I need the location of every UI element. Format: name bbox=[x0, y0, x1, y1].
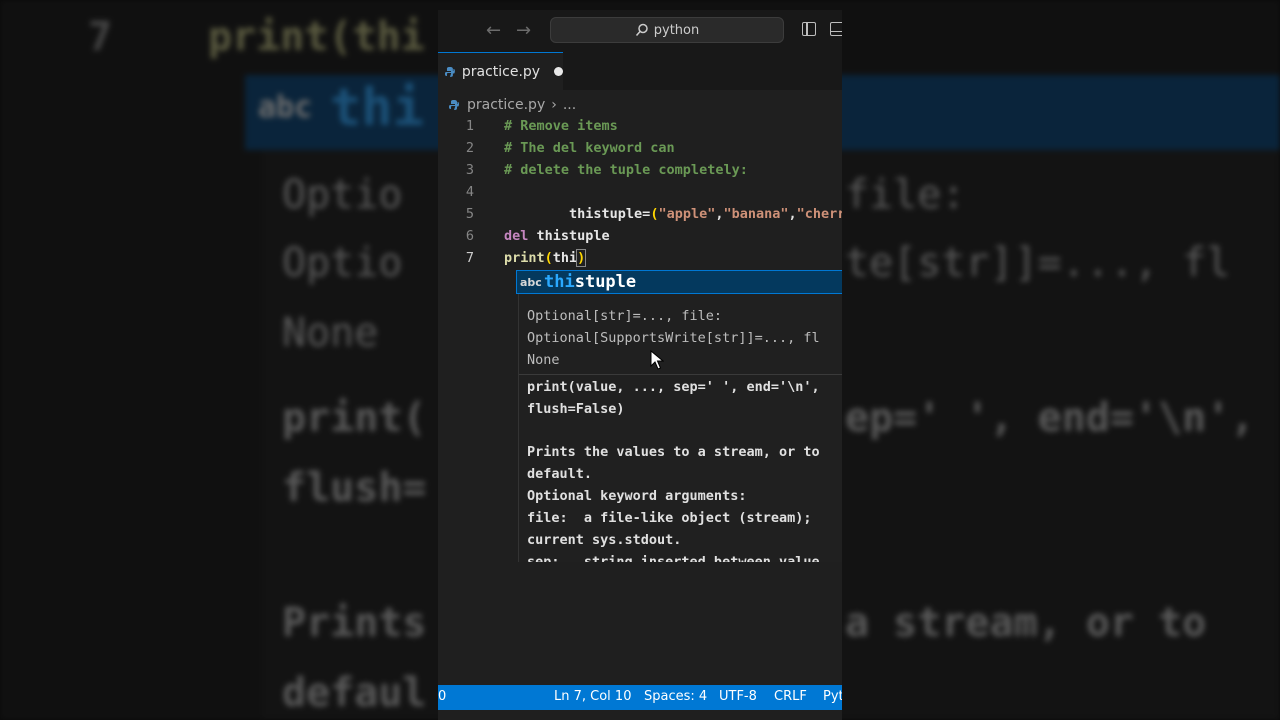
toggle-panel-icon[interactable] bbox=[830, 22, 842, 36]
code-content: del thistuple bbox=[504, 228, 610, 244]
identifier: thistuple= bbox=[569, 206, 651, 222]
suggestion-match: thi bbox=[544, 272, 575, 292]
line-number: 6 bbox=[465, 228, 474, 244]
chevron-right-icon: › bbox=[551, 97, 557, 113]
status-encoding[interactable]: UTF-8 bbox=[719, 689, 757, 704]
comma: , bbox=[715, 206, 724, 222]
bg-doc-line: None bbox=[282, 310, 379, 356]
doc-signature: None bbox=[527, 352, 560, 368]
code-line-active: 7 print(thi) bbox=[438, 247, 842, 269]
code-line: 2 # The del keyword can bbox=[438, 137, 842, 159]
doc-text: default. bbox=[527, 466, 593, 482]
doc-text: flush=False) bbox=[527, 401, 625, 417]
comment: # The del keyword can bbox=[504, 140, 675, 156]
bg-doc-line: print( bbox=[282, 395, 427, 441]
line-number: 1 bbox=[465, 118, 474, 134]
search-icon bbox=[635, 23, 648, 36]
bg-line-number: 7 bbox=[88, 14, 113, 60]
bg-right-line: file: bbox=[845, 172, 966, 218]
bg-right-line: te[str]]=..., fl bbox=[845, 240, 1231, 286]
suggestion-details-panel[interactable]: Optional[str]=..., file: Optional[Suppor… bbox=[518, 294, 842, 562]
editor-window: ← → python practice.py practice.py › ...… bbox=[438, 10, 842, 720]
code-line: 3 # delete the tuple completely: bbox=[438, 159, 842, 181]
status-language[interactable]: Pyt bbox=[823, 689, 842, 704]
identifier: thistuple bbox=[528, 228, 610, 244]
doc-signature: Optional[SupportsWrite[str]]=..., fl bbox=[527, 330, 820, 346]
forward-arrow-icon[interactable]: → bbox=[516, 20, 531, 41]
doc-text: Optional keyword arguments: bbox=[527, 488, 747, 504]
bg-suggestion: thi bbox=[330, 78, 424, 138]
doc-text: print(value, ..., sep=' ', end='\n', bbox=[527, 379, 820, 395]
bg-doc-line: Optio bbox=[282, 172, 403, 218]
line-number: 4 bbox=[465, 184, 474, 200]
line-number: 7 bbox=[465, 250, 474, 266]
keyword: del bbox=[504, 228, 529, 244]
bracket: ( bbox=[544, 250, 553, 266]
status-indentation[interactable]: Spaces: 4 bbox=[644, 689, 707, 704]
code-line: 5 thistuple=("apple","banana","cherry") bbox=[438, 203, 842, 225]
comment: # Remove items bbox=[504, 118, 618, 134]
status-problems[interactable]: 0 bbox=[438, 689, 446, 704]
doc-signature: Optional[str]=..., file: bbox=[527, 308, 723, 324]
comma: , bbox=[788, 206, 797, 222]
bg-abc: abc bbox=[258, 90, 313, 125]
status-cursor-position[interactable]: Ln 7, Col 10 bbox=[554, 689, 631, 704]
function-name: print bbox=[504, 250, 545, 266]
code-content: print(thi) bbox=[504, 249, 587, 267]
search-text: python bbox=[653, 22, 700, 38]
suggestion-rest: stuple bbox=[574, 272, 637, 292]
doc-text: file: a file-like object (stream); bbox=[527, 510, 812, 526]
bg-doc-line: flush= bbox=[282, 465, 427, 511]
line-number: 2 bbox=[465, 140, 474, 156]
code-line: 6 del thistuple bbox=[438, 225, 842, 247]
tab-label: practice.py bbox=[461, 63, 541, 80]
line-number: 5 bbox=[465, 206, 474, 222]
bracket: ) bbox=[576, 249, 587, 267]
bg-code: print(thi bbox=[208, 14, 425, 60]
bg-doc-line: Prints bbox=[282, 600, 427, 646]
bg-right-line: ep=' ', end='\n', bbox=[845, 395, 1255, 441]
back-arrow-icon[interactable]: ← bbox=[486, 20, 501, 41]
doc-divider bbox=[519, 374, 842, 375]
tab-bar: practice.py bbox=[438, 52, 842, 90]
doc-text: sep: string inserted between value bbox=[527, 554, 820, 562]
python-file-icon bbox=[444, 66, 455, 77]
comment: # delete the tuple completely: bbox=[504, 162, 748, 178]
text-kind-icon: abc bbox=[520, 275, 542, 289]
doc-text: current sys.stdout. bbox=[527, 532, 682, 548]
code-line: 1 # Remove items bbox=[438, 115, 842, 137]
line-number: 3 bbox=[465, 162, 474, 178]
identifier: thi bbox=[552, 250, 578, 266]
breadcrumb-file[interactable]: practice.py bbox=[467, 97, 545, 113]
toggle-sidebar-icon[interactable] bbox=[802, 22, 816, 36]
status-bar: 0 Ln 7, Col 10 Spaces: 4 UTF-8 CRLF Pyt bbox=[438, 685, 842, 710]
command-center-search[interactable]: python bbox=[550, 17, 784, 43]
mouse-pointer-icon bbox=[650, 350, 664, 370]
bg-doc-line: defaul bbox=[282, 670, 427, 716]
breadcrumb: practice.py › ... bbox=[448, 94, 576, 116]
python-file-icon bbox=[449, 100, 459, 110]
bg-right-line: a stream, or to bbox=[845, 600, 1207, 646]
breadcrumb-more[interactable]: ... bbox=[563, 97, 576, 113]
doc-text: Prints the values to a stream, or to bbox=[527, 444, 820, 460]
status-eol[interactable]: CRLF bbox=[774, 689, 807, 704]
tab-practice-py[interactable]: practice.py bbox=[438, 52, 563, 90]
string: "cherry" bbox=[796, 206, 842, 222]
suggestion-item-thistuple[interactable]: abc thi stuple bbox=[516, 270, 842, 294]
string: "banana" bbox=[723, 206, 789, 222]
title-bar: ← → python bbox=[438, 10, 842, 52]
bg-doc-line: Optio bbox=[282, 240, 403, 286]
unsaved-dot-icon[interactable] bbox=[554, 67, 563, 76]
string: "apple" bbox=[658, 206, 716, 222]
